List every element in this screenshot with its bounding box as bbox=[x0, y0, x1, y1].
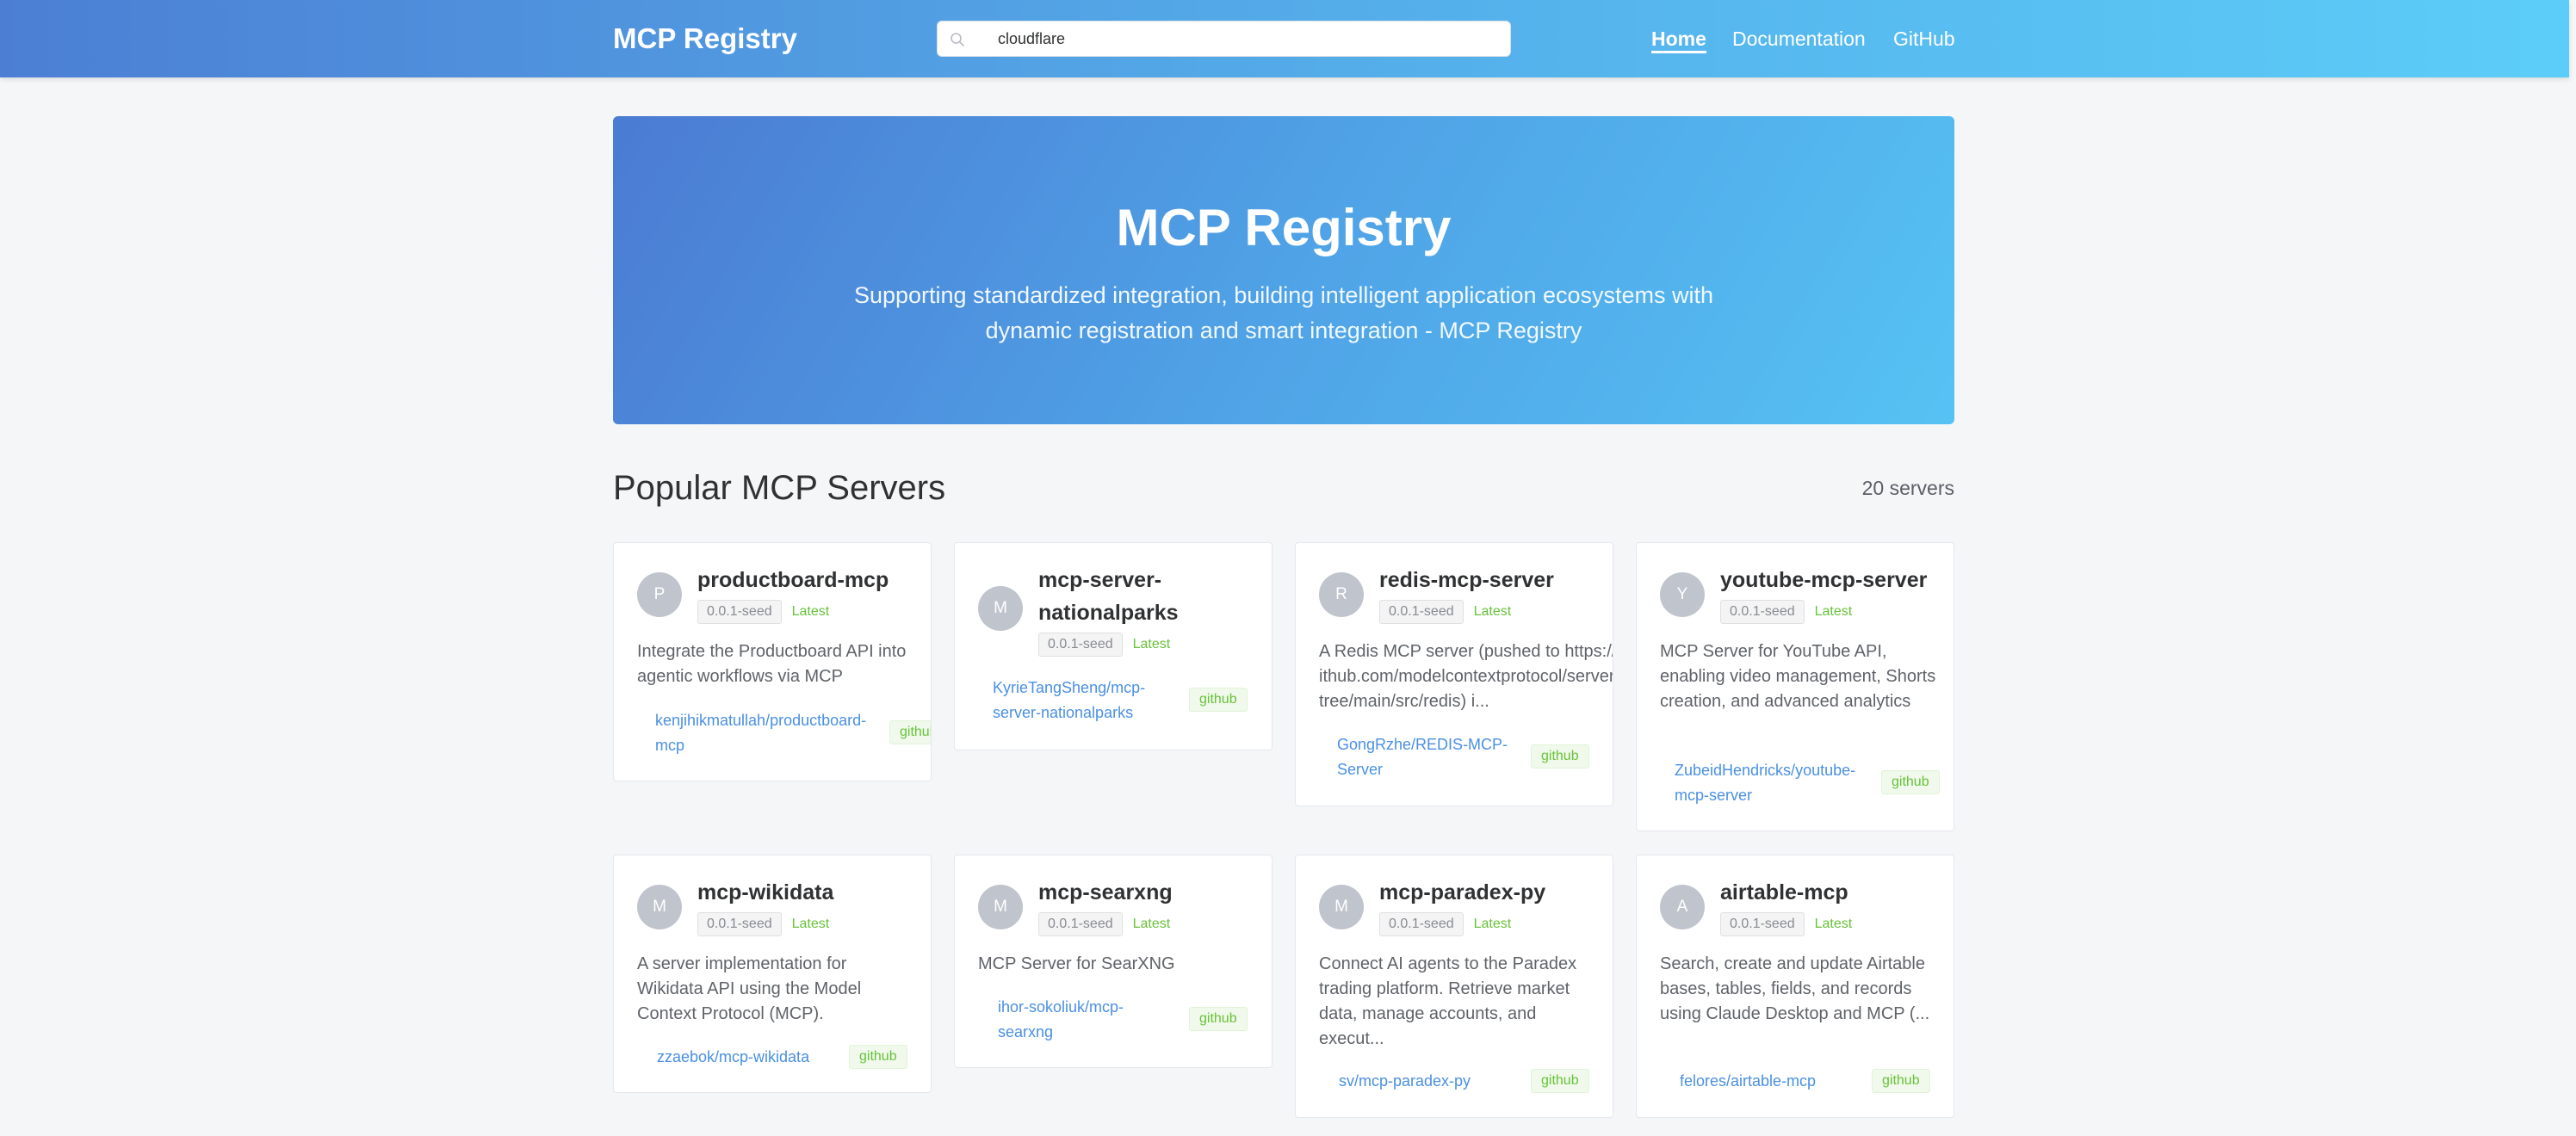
server-card[interactable]: M mcp-server-nationalparks 0.0.1-seed Lat… bbox=[954, 542, 1273, 750]
version-tags: 0.0.1-seed Latest bbox=[1720, 912, 1852, 936]
avatar: M bbox=[978, 586, 1023, 631]
repo-link[interactable]: zzaebok/mcp-wikidata bbox=[657, 1045, 864, 1070]
brand-logo[interactable]: MCP Registry bbox=[613, 19, 797, 59]
server-card[interactable]: Y youtube-mcp-server 0.0.1-seed Latest MC… bbox=[1636, 542, 1954, 831]
version-tags: 0.0.1-seed Latest bbox=[697, 912, 829, 936]
nav-home[interactable]: Home bbox=[1651, 24, 1706, 53]
server-card[interactable]: A airtable-mcp 0.0.1-seed Latest Search, … bbox=[1636, 855, 1954, 1118]
source-badge: github bbox=[849, 1045, 907, 1069]
version-tags: 0.0.1-seed Latest bbox=[697, 600, 829, 624]
latest-label: Latest bbox=[1132, 917, 1171, 931]
hero-subtitle: Supporting standardized integration, bui… bbox=[853, 282, 1714, 343]
source-badge: github bbox=[1189, 1007, 1248, 1031]
version-tags: 0.0.1-seed Latest bbox=[1379, 600, 1511, 624]
version-badge: 0.0.1-seed bbox=[697, 912, 782, 936]
nav-documentation[interactable]: Documentation bbox=[1732, 24, 1866, 53]
repo-link[interactable]: GongRzhe/REDIS-MCP-Server bbox=[1337, 732, 1526, 782]
avatar: M bbox=[978, 885, 1023, 929]
repo-link[interactable]: kenjihikmatullah/productboard-mcp bbox=[655, 708, 888, 758]
server-name[interactable]: mcp-server-nationalparks bbox=[1038, 564, 1262, 629]
server-name[interactable]: mcp-searxng bbox=[1038, 876, 1262, 909]
repo-link[interactable]: ZubeidHendricks/youtube-mcp-server bbox=[1675, 758, 1881, 808]
version-badge: 0.0.1-seed bbox=[697, 600, 782, 624]
search-box[interactable] bbox=[937, 21, 1511, 57]
version-badge: 0.0.1-seed bbox=[1720, 912, 1805, 936]
latest-label: Latest bbox=[1132, 637, 1171, 651]
version-tags: 0.0.1-seed Latest bbox=[1038, 633, 1170, 657]
search-input[interactable] bbox=[998, 22, 1497, 56]
latest-label: Latest bbox=[1473, 604, 1512, 619]
version-badge: 0.0.1-seed bbox=[1379, 600, 1464, 624]
latest-label: Latest bbox=[1814, 917, 1853, 931]
latest-label: Latest bbox=[791, 917, 830, 931]
server-name[interactable]: mcp-wikidata bbox=[697, 876, 921, 909]
nav-github[interactable]: GitHub bbox=[1893, 24, 1955, 53]
version-badge: 0.0.1-seed bbox=[1720, 600, 1805, 624]
version-tags: 0.0.1-seed Latest bbox=[1038, 912, 1170, 936]
source-badge: github bbox=[1872, 1069, 1930, 1093]
source-badge: github bbox=[1881, 770, 1940, 794]
latest-label: Latest bbox=[791, 604, 830, 619]
version-badge: 0.0.1-seed bbox=[1038, 912, 1123, 936]
server-count: 20 servers bbox=[1861, 477, 1954, 499]
avatar: R bbox=[1319, 572, 1364, 617]
version-badge: 0.0.1-seed bbox=[1379, 912, 1464, 936]
avatar: M bbox=[1319, 885, 1364, 929]
latest-label: Latest bbox=[1814, 604, 1853, 619]
server-name[interactable]: redis-mcp-server bbox=[1379, 564, 1603, 596]
server-card[interactable]: M mcp-paradex-py 0.0.1-seed Latest Connec… bbox=[1295, 855, 1613, 1118]
repo-link[interactable]: felores/airtable-mcp bbox=[1680, 1069, 1861, 1094]
server-description: Connect AI agents to the Paradex trading… bbox=[1319, 954, 1577, 1048]
latest-label: Latest bbox=[1473, 917, 1512, 931]
version-tags: 0.0.1-seed Latest bbox=[1720, 600, 1852, 624]
server-name[interactable]: youtube-mcp-server bbox=[1720, 564, 1944, 596]
repo-link[interactable]: KyrieTangSheng/mcp-server-nationalparks bbox=[993, 676, 1182, 725]
source-badge: github bbox=[1531, 744, 1589, 769]
server-card[interactable]: P productboard-mcp 0.0.1-seed Latest Inte… bbox=[613, 542, 932, 781]
source-badge: github bbox=[889, 720, 931, 744]
server-description: MCP Server for YouTube API, enabling vid… bbox=[1660, 642, 1936, 711]
source-badge: github bbox=[1531, 1069, 1589, 1093]
version-badge: 0.0.1-seed bbox=[1038, 633, 1123, 657]
hero-title: MCP Registry bbox=[1116, 199, 1452, 256]
server-description: Search, create and update Airtable bases… bbox=[1660, 954, 1930, 1023]
repo-link[interactable]: ihor-sokoliuk/mcp-searxng bbox=[998, 995, 1161, 1045]
server-description: A server implementation for Wikidata API… bbox=[637, 954, 862, 1023]
search-icon bbox=[951, 33, 964, 46]
avatar: Y bbox=[1660, 572, 1705, 617]
server-name[interactable]: airtable-mcp bbox=[1720, 876, 1944, 909]
server-name[interactable]: productboard-mcp bbox=[697, 564, 921, 596]
avatar: M bbox=[637, 885, 682, 929]
avatar: P bbox=[637, 572, 682, 617]
server-name[interactable]: mcp-paradex-py bbox=[1379, 876, 1603, 909]
version-tags: 0.0.1-seed Latest bbox=[1379, 912, 1511, 936]
server-card[interactable]: M mcp-searxng 0.0.1-seed Latest MCP Serve… bbox=[954, 855, 1273, 1068]
hero-banner: MCP Registry Supporting standardized int… bbox=[613, 116, 1954, 424]
server-description: A Redis MCP server (pushed to https://gi… bbox=[1319, 642, 1613, 711]
top-navbar: MCP Registry Home Documentation GitHub bbox=[0, 0, 2569, 77]
server-card[interactable]: M mcp-wikidata 0.0.1-seed Latest A server… bbox=[613, 855, 932, 1093]
avatar: A bbox=[1660, 885, 1705, 929]
repo-link[interactable]: sv/mcp-paradex-py bbox=[1339, 1069, 1520, 1094]
server-description: MCP Server for SearXNG bbox=[978, 954, 1175, 973]
server-description: Integrate the Productboard API into agen… bbox=[637, 642, 907, 686]
server-card[interactable]: R redis-mcp-server 0.0.1-seed Latest A Re… bbox=[1295, 542, 1613, 806]
section-title: Popular MCP Servers bbox=[613, 469, 946, 507]
source-badge: github bbox=[1189, 688, 1248, 712]
